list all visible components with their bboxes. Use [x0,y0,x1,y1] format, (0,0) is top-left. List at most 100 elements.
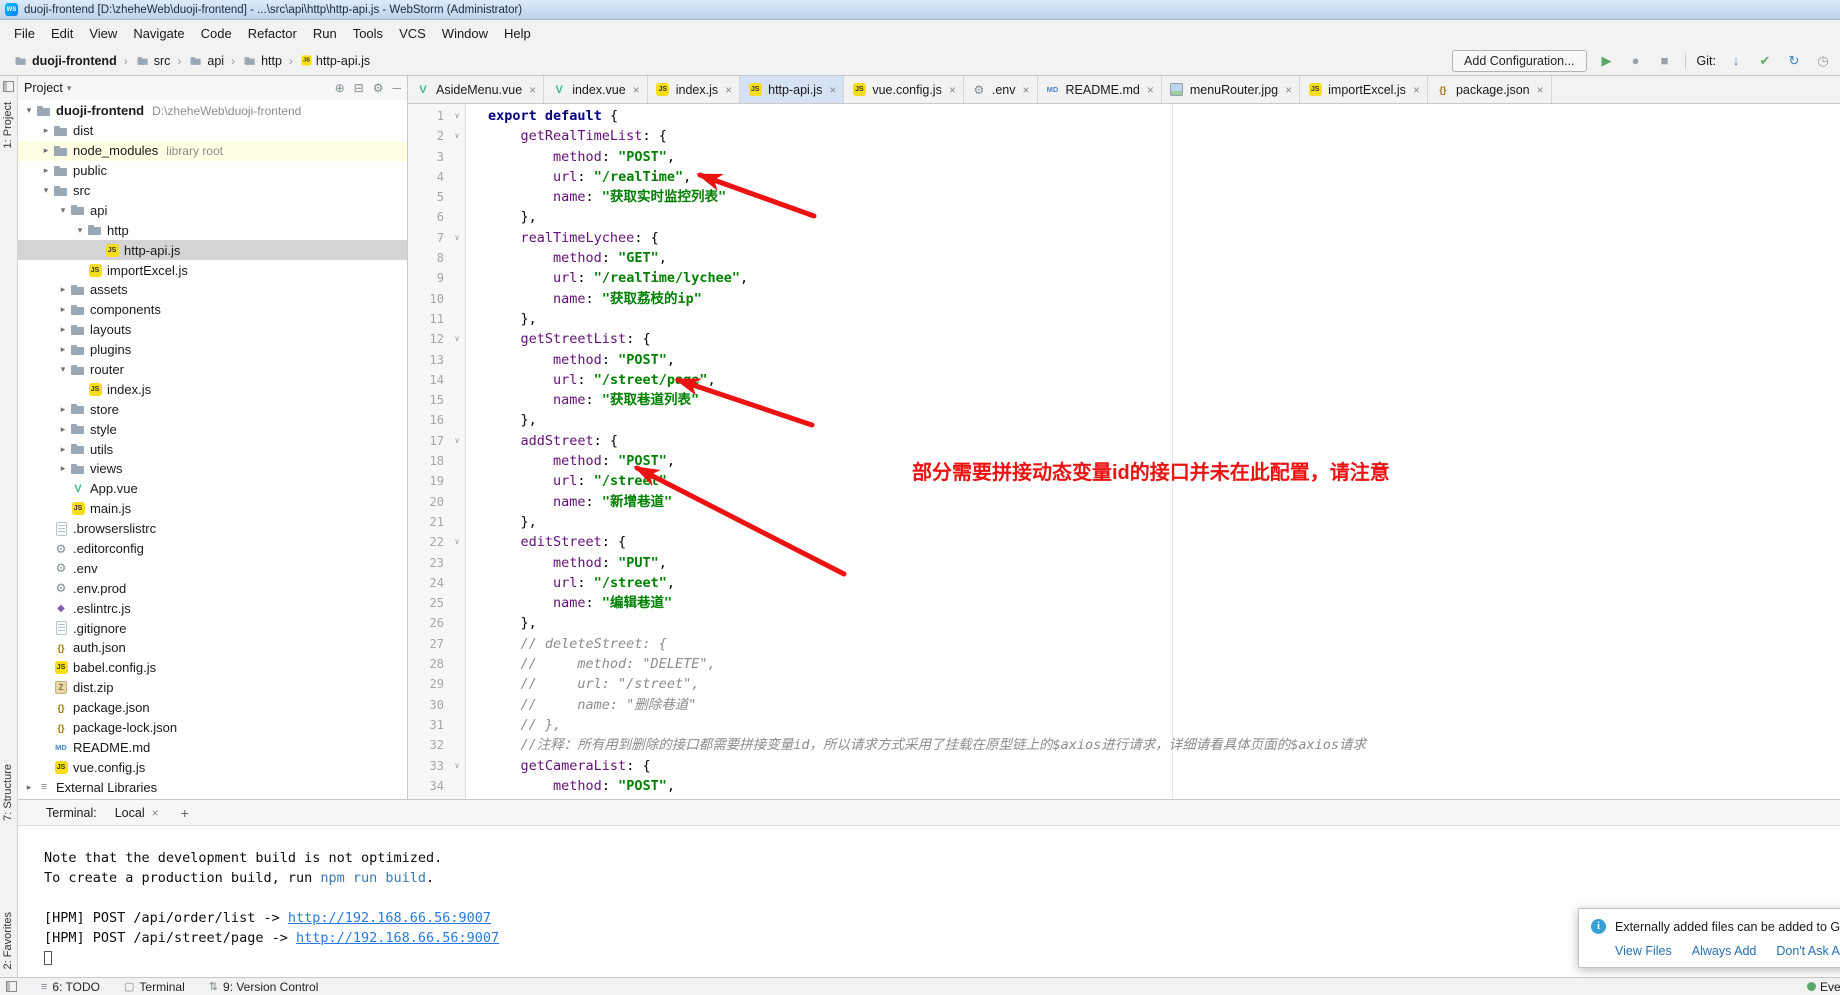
tab-close-icon[interactable]: × [1283,83,1292,97]
line-number[interactable]: 17 [408,431,448,451]
tree-item-README.md[interactable]: MDREADME.md [18,738,407,758]
tree-item-.env[interactable]: ⚙.env [18,558,407,578]
breadcrumb-item-src[interactable]: src [132,52,174,70]
menu-item-run[interactable]: Run [305,23,345,44]
editor-tab-package.json[interactable]: {}package.json× [1428,76,1552,103]
tab-close-icon[interactable]: × [631,83,640,97]
tree-item-vue.config.js[interactable]: JSvue.config.js [18,757,407,777]
chevron-collapsed-icon[interactable]: ▸ [56,344,70,355]
tree-item-public[interactable]: ▸public [18,161,407,181]
collapse-all-icon[interactable]: ⊟ [354,81,364,95]
tab-close-icon[interactable]: × [1020,83,1029,97]
menu-item-vcs[interactable]: VCS [391,23,434,44]
chevron-expanded-icon[interactable]: ▾ [56,205,70,216]
editor-tab-menuRouter.jpg[interactable]: menuRouter.jpg× [1162,76,1300,103]
menu-item-tools[interactable]: Tools [345,23,391,44]
chevron-collapsed-icon[interactable]: ▸ [39,165,53,176]
tree-item-layouts[interactable]: ▸layouts [18,320,407,340]
chevron-collapsed-icon[interactable]: ▸ [56,444,70,455]
terminal-output[interactable]: Note that the development build is not o… [18,826,1840,977]
hide-panel-icon[interactable]: ─ [392,81,401,95]
chevron-expanded-icon[interactable]: ▾ [22,105,36,116]
local-history-button[interactable]: ◷ [1814,53,1832,69]
menu-item-edit[interactable]: Edit [43,23,81,44]
line-number[interactable]: 6 [408,207,448,227]
line-number[interactable]: 8 [408,248,448,268]
tree-item-package.json[interactable]: {}package.json [18,698,407,718]
tree-item-assets[interactable]: ▸assets [18,280,407,300]
terminal-link[interactable]: http://192.168.66.56:9007 [288,910,491,926]
chevron-expanded-icon[interactable]: ▾ [39,185,53,196]
fold-icon[interactable]: ∨ [448,532,466,552]
close-icon[interactable]: × [150,806,159,820]
tree-item-.env.prod[interactable]: ⚙.env.prod [18,578,407,598]
tree-item-duoji-frontend[interactable]: ▾duoji-frontendD:\zheheWeb\duoji-fronten… [18,101,407,121]
terminal-prompt[interactable] [44,948,1840,968]
menu-item-file[interactable]: File [6,23,43,44]
tool-button-project[interactable]: 1: Project [2,102,14,148]
new-terminal-button[interactable]: + [177,805,193,821]
tree-item-babel.config.js[interactable]: JSbabel.config.js [18,658,407,678]
tree-item-.eslintrc.js[interactable]: ◆.eslintrc.js [18,598,407,618]
git-commit-button[interactable]: ✔ [1756,53,1774,69]
line-number[interactable]: 29 [408,674,448,694]
git-update-button[interactable]: ↓ [1727,53,1745,68]
chevron-collapsed-icon[interactable]: ▸ [56,284,70,295]
line-number[interactable]: 9 [408,268,448,288]
line-number[interactable]: 1 [408,106,448,126]
line-number[interactable]: 30 [408,695,448,715]
tree-item-.browserslistrc[interactable]: .browserslistrc [18,519,407,539]
tree-item-http[interactable]: ▾http [18,220,407,240]
tool-button-structure[interactable]: 7: Structure [2,764,14,821]
tree-item-dist.zip[interactable]: Zdist.zip [18,678,407,698]
breadcrumb-item-duoji-frontend[interactable]: duoji-frontend [10,52,120,70]
tree-item-style[interactable]: ▸style [18,419,407,439]
tree-item-.editorconfig[interactable]: ⚙.editorconfig [18,539,407,559]
view-files-link[interactable]: View Files [1615,944,1672,958]
tree-item-components[interactable]: ▸components [18,300,407,320]
editor-tab-importExcel.js[interactable]: JSimportExcel.js× [1300,76,1428,103]
line-number[interactable]: 24 [408,573,448,593]
tab-close-icon[interactable]: × [827,83,836,97]
chevron-collapsed-icon[interactable]: ▸ [22,782,36,793]
fold-icon[interactable]: ∨ [448,431,466,451]
chevron-expanded-icon[interactable]: ▾ [56,364,70,375]
tree-item-index.js[interactable]: JSindex.js [18,379,407,399]
line-number[interactable]: 3 [408,147,448,167]
chevron-collapsed-icon[interactable]: ▸ [56,324,70,335]
line-number[interactable]: 34 [408,776,448,796]
breadcrumb-item-http-api.js[interactable]: JShttp-api.js [297,53,373,69]
tree-item-plugins[interactable]: ▸plugins [18,340,407,360]
menu-item-refactor[interactable]: Refactor [240,23,305,44]
tool-windows-icon[interactable] [3,81,14,92]
tool-button-favorites[interactable]: 2: Favorites [2,912,14,969]
line-number[interactable]: 32 [408,735,448,755]
tree-item-dist[interactable]: ▸dist [18,121,407,141]
tree-item-utils[interactable]: ▸utils [18,439,407,459]
terminal-tab-local[interactable]: Local × [111,804,163,822]
line-number[interactable]: 2 [408,126,448,146]
tree-item-node_modules[interactable]: ▸node_moduleslibrary root [18,141,407,161]
window-titlebar[interactable]: WS duoji-frontend [D:\zheheWeb\duoji-fro… [0,0,1840,20]
editor-tab-vue.config.js[interactable]: JSvue.config.js× [844,76,964,103]
editor-tab-index.vue[interactable]: Vindex.vue× [544,76,648,103]
tree-item-views[interactable]: ▸views [18,459,407,479]
line-number[interactable]: 28 [408,654,448,674]
line-number[interactable]: 16 [408,410,448,430]
status-item-version-control[interactable]: ⇅ 9: Version Control [209,980,319,994]
chevron-collapsed-icon[interactable]: ▸ [56,424,70,435]
breadcrumb-item-api[interactable]: api [185,52,227,70]
chevron-collapsed-icon[interactable]: ▸ [56,463,70,474]
editor-tab-.env[interactable]: ⚙.env× [964,76,1038,103]
editor-tab-AsideMenu.vue[interactable]: VAsideMenu.vue× [408,76,544,103]
debug-button[interactable]: ● [1627,53,1645,68]
line-number[interactable]: 31 [408,715,448,735]
tree-item-http-api.js[interactable]: JShttp-api.js [18,240,407,260]
event-log-button[interactable]: Event Log [1807,980,1840,994]
fold-icon[interactable]: ∨ [448,228,466,248]
project-panel-title[interactable]: Project [24,81,63,95]
locate-file-icon[interactable]: ⊕ [335,81,345,95]
line-number[interactable]: 5 [408,187,448,207]
tree-item-src[interactable]: ▾src [18,181,407,201]
line-number[interactable]: 22 [408,532,448,552]
